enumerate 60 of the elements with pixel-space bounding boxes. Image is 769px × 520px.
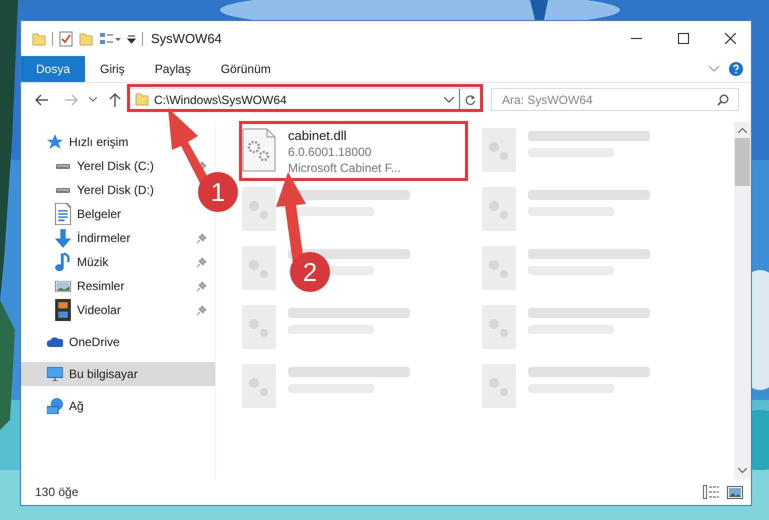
download-arrow-icon — [55, 228, 71, 248]
refresh-icon[interactable] — [465, 94, 476, 106]
sidebar-item[interactable]: Yerel Disk (D:) — [21, 178, 160, 202]
step-badge: 1 — [198, 172, 238, 212]
drive-icon — [55, 186, 71, 194]
file-name[interactable]: cabinet.dll — [288, 128, 401, 144]
sidebar-item[interactable]: İndirmeler — [21, 226, 215, 250]
up-icon[interactable] — [109, 92, 121, 106]
sidebar-item[interactable]: Resimler — [21, 274, 215, 298]
item-count: 130 öğe — [35, 484, 78, 501]
network-icon — [47, 398, 63, 414]
sidebar-item[interactable]: Bu bilgisayar — [21, 362, 215, 386]
dll-file-icon — [242, 128, 276, 172]
close-icon[interactable] — [725, 33, 736, 44]
folder-icon — [135, 93, 149, 106]
window-title: SysWOW64 — [150, 30, 222, 48]
maximize-icon[interactable] — [678, 33, 689, 44]
search-field[interactable]: Ara: SysWOW64 — [491, 88, 739, 111]
address-path: C:\Windows\SysWOW64 — [154, 92, 287, 108]
ribbon-tab[interactable]: Giriş — [85, 56, 140, 82]
star-icon — [47, 134, 63, 150]
document-icon — [55, 203, 71, 225]
cloud-icon — [47, 337, 63, 347]
pin-icon[interactable] — [197, 257, 207, 267]
film-icon — [55, 299, 71, 321]
pin-icon[interactable] — [197, 281, 207, 291]
properties-icon[interactable] — [59, 30, 73, 46]
picture-icon — [55, 280, 71, 292]
music-note-icon — [55, 252, 71, 272]
address-bar[interactable]: C:\Windows\SysWOW64 — [129, 88, 482, 111]
scroll-down-icon[interactable] — [738, 468, 747, 473]
sidebar-item[interactable]: Videolar — [21, 298, 215, 322]
drive-icon — [55, 162, 71, 170]
file-detail: Microsoft Cabinet F... — [288, 160, 401, 176]
sidebar-item[interactable]: Hızlı erişim — [21, 130, 134, 154]
monitor-icon — [47, 367, 63, 381]
sidebar-item[interactable]: OneDrive — [21, 330, 126, 354]
view-options-icon[interactable] — [99, 32, 121, 46]
back-icon[interactable] — [35, 94, 49, 106]
sidebar-item[interactable]: Müzik — [21, 250, 215, 274]
pin-icon[interactable] — [197, 233, 207, 243]
scroll-up-icon[interactable] — [738, 128, 747, 133]
help-icon[interactable] — [729, 62, 743, 76]
scrollbar[interactable] — [734, 122, 751, 479]
step-badge: 2 — [290, 252, 330, 292]
sidebar-item[interactable]: Belgeler — [21, 202, 128, 226]
sidebar-item[interactable]: Ağ — [21, 394, 90, 418]
details-view-icon[interactable] — [703, 485, 719, 499]
ribbon-tab[interactable]: Paylaş — [140, 56, 206, 82]
chevron-down-icon[interactable] — [709, 66, 719, 72]
large-icons-view-icon[interactable] — [727, 486, 743, 498]
file-detail: 6.0.6001.18000 — [288, 144, 372, 160]
dropdown-icon[interactable] — [444, 96, 454, 102]
recent-locations-icon[interactable] — [89, 97, 97, 102]
customize-toolbar-icon[interactable] — [127, 34, 136, 44]
search-icon[interactable] — [717, 94, 729, 106]
scroll-thumb[interactable] — [735, 138, 750, 186]
pin-icon[interactable] — [197, 305, 207, 315]
ribbon-tab[interactable]: Dosya — [21, 56, 86, 82]
ribbon-tab[interactable]: Görünüm — [206, 56, 286, 82]
